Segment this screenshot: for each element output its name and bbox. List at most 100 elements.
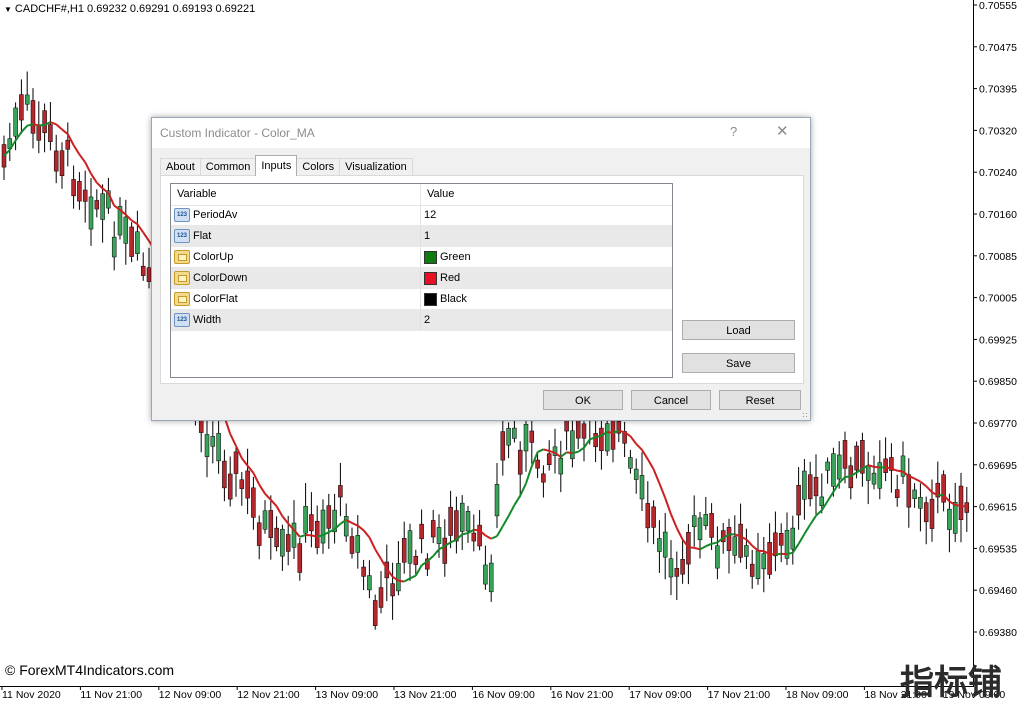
candle-body <box>19 94 24 121</box>
candle-body <box>593 433 598 448</box>
candle-body <box>465 510 471 532</box>
ma-segment <box>50 121 57 126</box>
ma-segment <box>873 465 880 469</box>
ma-segment <box>919 480 927 487</box>
chart-symbol-header[interactable]: ▼ CADCHF#,H1 0.69232 0.69291 0.69193 0.6… <box>4 3 255 15</box>
save-button[interactable]: Save <box>682 353 795 373</box>
ma-segment <box>543 448 550 452</box>
candle-body <box>732 536 738 556</box>
symbol-quote-line: CADCHF#,H1 0.69232 0.69291 0.69193 0.692… <box>14 3 256 15</box>
tab-inputs[interactable]: Inputs <box>255 155 298 176</box>
candle-body <box>831 453 836 487</box>
ma-segment <box>815 509 823 517</box>
candle-body <box>755 550 761 579</box>
price-label: 0.70160 <box>979 209 1017 221</box>
time-label: 13 Nov 09:00 <box>316 689 379 701</box>
ma-segment <box>675 527 684 541</box>
input-row-colordown[interactable]: ColorDown Red <box>171 268 672 289</box>
input-value[interactable]: Green <box>440 251 471 263</box>
candle-body <box>82 189 88 202</box>
ma-segment <box>72 144 81 155</box>
resize-grip-icon[interactable] <box>802 412 809 419</box>
input-row-colorup[interactable]: ColorUp Green <box>171 247 672 268</box>
candle-body <box>494 484 500 517</box>
candle-body <box>546 453 552 465</box>
candle-body <box>204 434 210 457</box>
column-value[interactable]: Value <box>427 188 454 200</box>
input-value[interactable]: Black <box>440 293 467 305</box>
input-row-width[interactable]: 123 Width 2 <box>171 310 672 331</box>
ma-segment <box>229 433 237 447</box>
cancel-button[interactable]: Cancel <box>631 390 711 410</box>
ma-segment <box>461 532 469 536</box>
candle-body <box>651 506 656 528</box>
ma-segment <box>484 534 492 540</box>
input-value[interactable]: 12 <box>424 209 436 221</box>
ma-segment <box>583 438 591 449</box>
dialog-titlebar[interactable]: Custom Indicator - Color_MA ? ✕ <box>152 118 810 148</box>
ma-segment <box>797 533 806 545</box>
tab-common[interactable]: Common <box>199 158 257 176</box>
candle-body <box>918 496 923 509</box>
number-param-icon: 123 <box>174 313 190 327</box>
ma-segment <box>61 128 69 135</box>
candle-body <box>825 461 830 471</box>
candle-body <box>500 431 506 461</box>
candle-body <box>436 527 442 544</box>
ma-segment <box>316 534 324 538</box>
input-value[interactable]: 2 <box>424 314 430 326</box>
price-axis: 0.70555 0.70475 0.70395 0.70320 0.70240 0.701… <box>973 0 1017 639</box>
candle-body <box>767 542 772 575</box>
ma-segment <box>745 538 753 547</box>
tab-visualization[interactable]: Visualization <box>339 158 413 176</box>
ma-segment <box>577 446 585 453</box>
time-label: 18 Nov 09:00 <box>786 689 849 701</box>
reset-button[interactable]: Reset <box>719 390 801 410</box>
color-swatch[interactable] <box>424 251 437 264</box>
price-label: 0.69615 <box>979 502 1017 514</box>
tab-colors[interactable]: Colors <box>296 158 341 176</box>
close-icon[interactable]: ✕ <box>776 122 789 140</box>
load-button[interactable]: Load <box>682 320 795 340</box>
input-row-colorflat[interactable]: ColorFlat Black <box>171 289 672 310</box>
candle-body <box>459 502 465 532</box>
color-swatch[interactable] <box>424 272 437 285</box>
candle-body <box>210 436 216 447</box>
ma-segment <box>32 123 40 127</box>
candle-body <box>396 563 401 592</box>
grid-header: Variable Value <box>171 184 672 206</box>
input-value[interactable]: 1 <box>424 230 430 242</box>
input-value[interactable]: Red <box>440 272 460 284</box>
ma-segment <box>403 577 411 583</box>
ok-button[interactable]: OK <box>543 390 623 410</box>
candle-body <box>912 489 917 499</box>
candle-body <box>842 440 848 469</box>
ma-segment <box>142 231 150 242</box>
help-button[interactable]: ? <box>730 124 737 139</box>
price-label: 0.69770 <box>979 418 1017 430</box>
candle-body <box>30 100 36 134</box>
tab-about[interactable]: About <box>160 158 201 176</box>
candle-body <box>268 510 274 538</box>
ma-segment <box>646 458 655 470</box>
input-row-periodav[interactable]: 123 PeriodAv 12 <box>171 205 672 226</box>
ma-segment <box>809 515 817 526</box>
ma-segment <box>641 449 649 460</box>
copyright-text: © ForexMT4Indicators.com <box>5 662 175 678</box>
ma-segment <box>264 492 272 501</box>
candle-body <box>633 468 639 480</box>
ma-segment <box>78 153 87 163</box>
ma-segment <box>513 495 522 506</box>
candle-body <box>59 150 65 176</box>
input-row-flat[interactable]: 123 Flat 1 <box>171 226 672 247</box>
ma-segment <box>299 534 306 538</box>
color-swatch[interactable] <box>424 293 437 306</box>
candle-body <box>581 423 587 439</box>
color-param-icon <box>174 250 190 264</box>
column-variable[interactable]: Variable <box>177 188 217 200</box>
candle-body <box>906 474 912 508</box>
column-divider <box>420 247 421 267</box>
chevron-down-icon[interactable]: ▼ <box>4 5 12 14</box>
candle-body <box>454 510 459 542</box>
ma-segment <box>751 544 759 552</box>
